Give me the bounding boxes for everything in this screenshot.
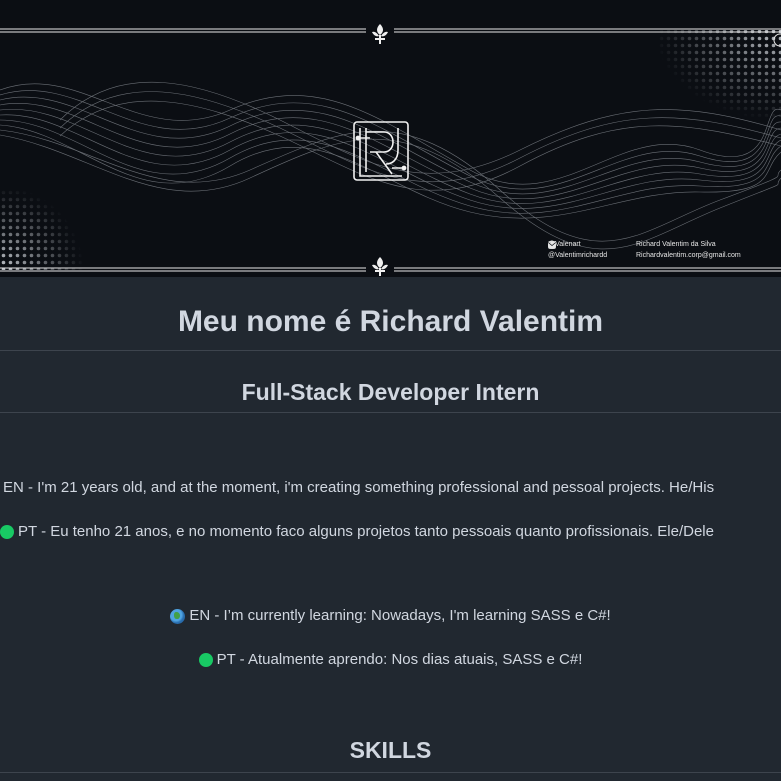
- about-pt-line: PT - Eu tenho 21 anos, e no momento faco…: [0, 522, 781, 542]
- green-circle-icon: [198, 653, 213, 667]
- learning-en-text: EN - I’m currently learning: Nowadays, I…: [189, 607, 611, 624]
- contact-list: @Valenart Richard Valentim da Silva @Val…: [548, 241, 766, 259]
- learning-en-line: EN - I’m currently learning: Nowadays, I…: [0, 606, 781, 626]
- about-pt-text: PT - Eu tenho 21 anos, e no momento faco…: [18, 523, 714, 540]
- contact-email[interactable]: Richardvalentim.corp@gmail.com: [548, 242, 766, 259]
- title-divider: [0, 350, 781, 351]
- contact-linkedin[interactable]: Richard Valentim da Silva: [548, 241, 766, 249]
- about-en-text: EN - I'm 21 years old, and at the moment…: [3, 479, 715, 496]
- subtitle: Full-Stack Developer Intern: [241, 379, 540, 405]
- rv-logo: [353, 121, 409, 181]
- about-en-line: EN - I'm 21 years old, and at the moment…: [3, 478, 781, 498]
- skills-divider: [0, 772, 781, 773]
- subtitle-divider: [0, 412, 781, 413]
- contact-instagram-text: @Valentimrichardd: [548, 252, 608, 259]
- page-title: Meu nome é Richard Valentim: [177, 305, 604, 338]
- contact-instagram[interactable]: @Valentimrichardd: [548, 241, 636, 259]
- halftone-right: [600, 30, 781, 160]
- fleur-ornament-top: [372, 24, 388, 44]
- mail-icon: [548, 242, 556, 248]
- globe-icon: [170, 608, 186, 624]
- banner-artwork: [0, 24, 781, 276]
- learning-pt-line: PT - Atualmente aprendo: Nos dias atuais…: [0, 650, 781, 670]
- contact-linkedin-text: Richard Valentim da Silva: [636, 241, 716, 248]
- profile-banner: @Valenart Richard Valentim da Silva @Val…: [0, 0, 781, 277]
- contact-github[interactable]: @Valenart: [548, 241, 636, 249]
- halftone-left: [0, 150, 120, 270]
- skills-heading: SKILLS: [349, 737, 432, 763]
- learning-pt-text: PT - Atualmente aprendo: Nos dias atuais…: [216, 651, 583, 668]
- fleur-ornament-bottom: [372, 257, 388, 276]
- contact-email-text: Richardvalentim.corp@gmail.com: [636, 252, 741, 259]
- green-circle-icon: [0, 525, 14, 539]
